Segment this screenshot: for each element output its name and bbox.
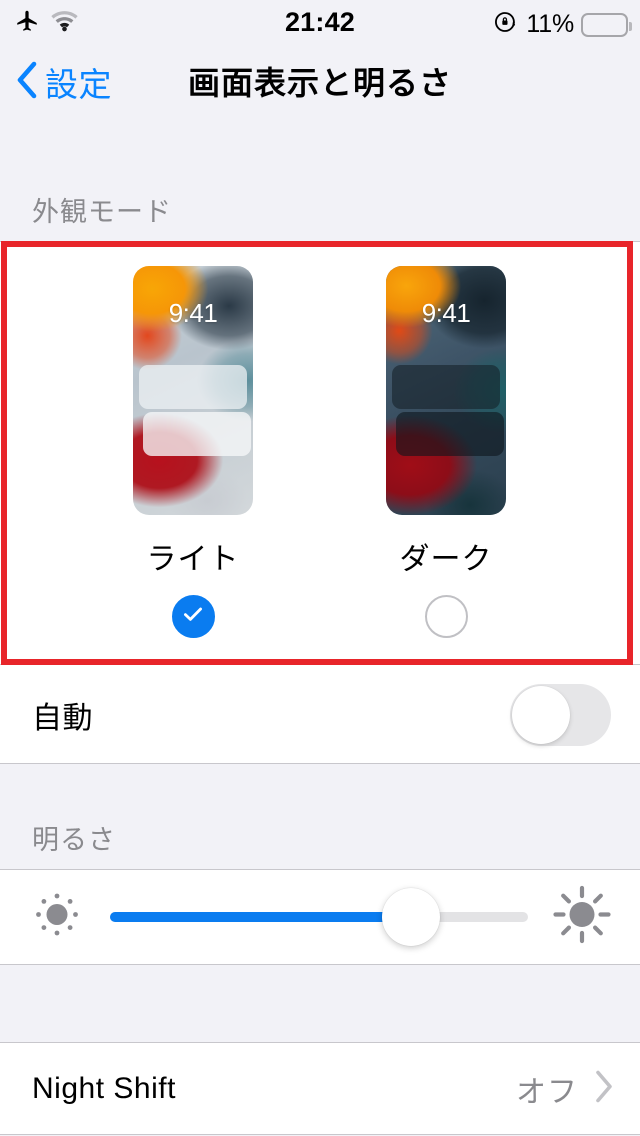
preview-notification-card — [392, 365, 500, 409]
automatic-cell[interactable]: 自動 — [0, 665, 640, 764]
toggle-knob — [512, 685, 570, 744]
preview-notification-card — [139, 365, 247, 409]
night-shift-cell[interactable]: Night Shift オフ — [0, 1042, 640, 1135]
appearance-option-dark[interactable]: 9:41 ダーク — [356, 241, 536, 638]
dark-mode-preview[interactable]: 9:41 — [386, 266, 506, 515]
slider-thumb[interactable] — [381, 888, 440, 946]
page-title: 画面表示と明るさ — [187, 65, 452, 101]
automatic-label: 自動 — [32, 701, 93, 735]
slider-fill — [110, 912, 411, 922]
navigation-bar: 設定 画面表示と明るさ — [0, 44, 640, 120]
preview-clock-dark: 9:41 — [421, 298, 471, 328]
night-shift-label: Night Shift — [32, 1071, 176, 1105]
appearance-options-row: 9:41 ライト 9:41 ダーク — [0, 241, 640, 665]
brightness-cell — [0, 869, 640, 965]
brightness-slider[interactable] — [110, 888, 528, 946]
night-shift-value: オフ — [516, 1075, 578, 1109]
brightness-section-header: 明るさ — [0, 809, 640, 869]
appearance-section-header: 外観モード — [0, 181, 640, 241]
chevron-right-icon — [594, 1069, 614, 1108]
light-mode-radio-wrap — [103, 595, 283, 638]
appearance-option-light[interactable]: 9:41 ライト — [103, 241, 283, 638]
dark-mode-radio[interactable] — [424, 595, 468, 638]
preview-notification-card — [396, 412, 504, 456]
battery-icon — [581, 12, 632, 37]
preview-notification-card — [143, 412, 251, 456]
battery-percentage: 11% — [526, 10, 574, 38]
dark-mode-radio-wrap — [356, 595, 536, 638]
appearance-mode-cell: 9:41 ライト 9:41 ダーク — [0, 241, 640, 665]
dark-mode-label: ダーク — [399, 543, 493, 576]
settings-display-brightness-screen: 21:42 11% 設定 画面表示と明るさ 外観モード 9:41 ライト 9:4… — [0, 0, 640, 1136]
preview-clock-light: 9:41 — [168, 298, 218, 328]
automatic-toggle[interactable] — [510, 683, 611, 746]
rotation-lock-icon — [493, 9, 519, 40]
status-bar: 21:42 11% — [0, 0, 640, 44]
checkmark-icon — [180, 601, 206, 632]
status-bar-right: 11% — [493, 9, 632, 40]
light-mode-label: ライト — [146, 543, 240, 576]
light-mode-radio[interactable] — [171, 595, 215, 638]
sun-large-icon — [551, 884, 613, 951]
light-mode-preview[interactable]: 9:41 — [133, 266, 253, 515]
sun-small-icon — [30, 888, 84, 947]
